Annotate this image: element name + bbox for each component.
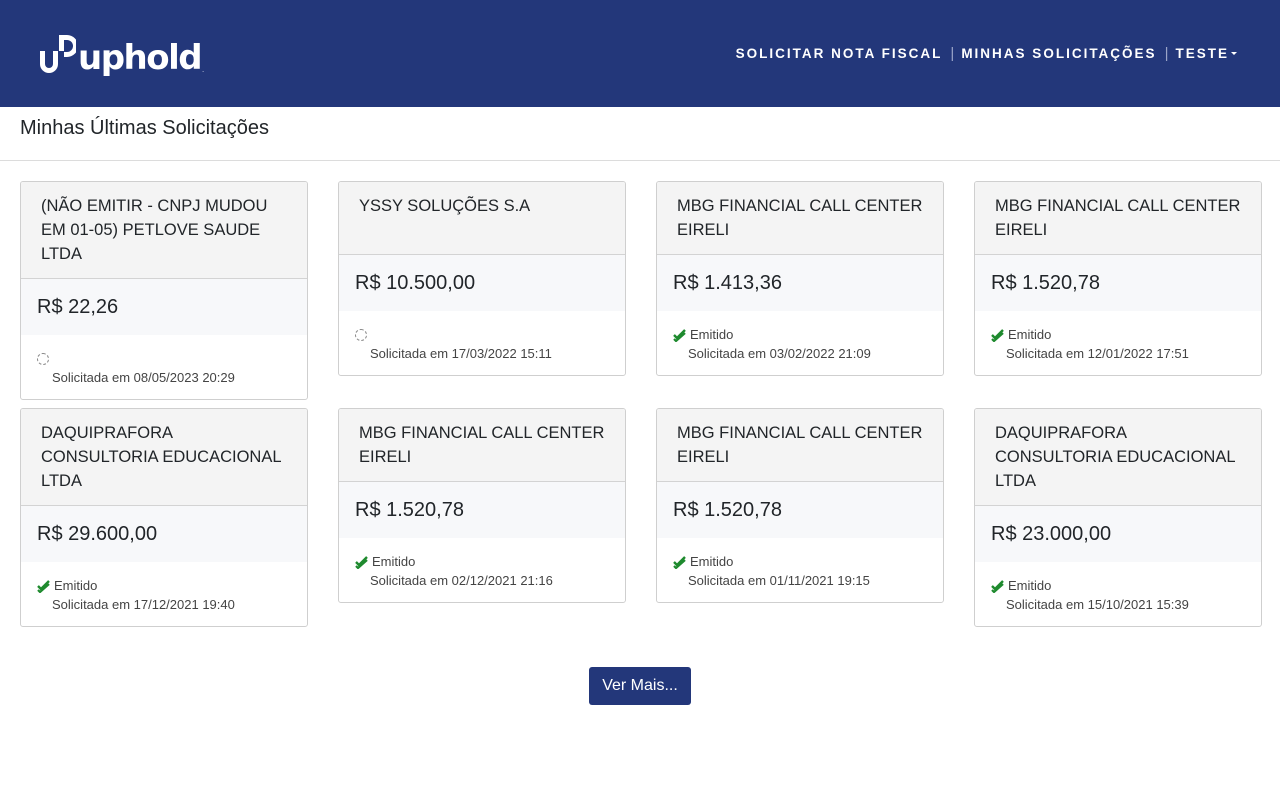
- nav-separator: |: [1164, 45, 1169, 62]
- status-row: Emitido: [991, 325, 1245, 344]
- status-row: [37, 349, 291, 368]
- status-text: Emitido: [690, 554, 734, 569]
- card-company: MBG FINANCIAL CALL CENTER EIRELI: [339, 409, 625, 482]
- page-header: Minhas Últimas Solicitações: [0, 107, 1280, 161]
- card-footer: Solicitada em 17/03/2022 15:11: [339, 311, 625, 375]
- card-company: YSSY SOLUÇÕES S.A: [339, 182, 625, 255]
- pending-spinner-icon: [37, 352, 49, 365]
- trademark-mark: .: [202, 66, 205, 74]
- status-row: Emitido: [355, 552, 609, 571]
- status-row: Emitido: [673, 325, 927, 344]
- status-row: Emitido: [991, 576, 1245, 595]
- card-amount: R$ 10.500,00: [339, 255, 625, 311]
- navbar: uphold . SOLICITAR NOTA FISCAL | MINHAS …: [0, 0, 1280, 107]
- nav-separator: |: [950, 45, 955, 62]
- card-footer: Solicitada em 08/05/2023 20:29: [21, 335, 307, 399]
- card-company: MBG FINANCIAL CALL CENTER EIRELI: [657, 409, 943, 482]
- card-amount: R$ 1.520,78: [339, 482, 625, 538]
- card-company: MBG FINANCIAL CALL CENTER EIRELI: [975, 182, 1261, 255]
- nav-my-requests[interactable]: MINHAS SOLICITAÇÕES: [961, 46, 1156, 61]
- card-company: DAQUIPRAFORA CONSULTORIA EDUCACIONAL LTD…: [21, 409, 307, 506]
- status-text: Emitido: [54, 578, 98, 593]
- request-card[interactable]: MBG FINANCIAL CALL CENTER EIRELI R$ 1.52…: [338, 408, 626, 603]
- request-date: Solicitada em 08/05/2023 20:29: [52, 370, 235, 385]
- card-amount: R$ 22,26: [21, 279, 307, 335]
- request-date: Solicitada em 02/12/2021 21:16: [370, 573, 553, 588]
- card-amount: R$ 1.520,78: [975, 255, 1261, 311]
- card-amount: R$ 1.413,36: [657, 255, 943, 311]
- card-footer: Emitido Solicitada em 03/02/2022 21:09: [657, 311, 943, 375]
- double-check-icon: [991, 328, 1004, 342]
- request-date: Solicitada em 15/10/2021 15:39: [1006, 597, 1189, 612]
- card-footer: Emitido Solicitada em 01/11/2021 19:15: [657, 538, 943, 602]
- caret-down-icon: [1231, 52, 1237, 55]
- double-check-icon: [37, 579, 50, 593]
- status-row: Emitido: [37, 576, 291, 595]
- card-amount: R$ 1.520,78: [657, 482, 943, 538]
- double-check-icon: [673, 328, 686, 342]
- status-text: Emitido: [372, 554, 416, 569]
- uphold-logo[interactable]: uphold .: [40, 31, 204, 77]
- uphold-wordmark: uphold: [78, 37, 203, 78]
- status-row: Emitido: [673, 552, 927, 571]
- see-more-button[interactable]: Ver Mais...: [589, 667, 691, 705]
- card-amount: R$ 29.600,00: [21, 506, 307, 562]
- uphold-logo-icon: [40, 34, 76, 73]
- request-card[interactable]: DAQUIPRAFORA CONSULTORIA EDUCACIONAL LTD…: [20, 408, 308, 627]
- nav-request-invoice[interactable]: SOLICITAR NOTA FISCAL: [736, 46, 943, 61]
- status-row: [355, 325, 609, 344]
- see-more-wrapper: Ver Mais...: [0, 667, 1280, 705]
- request-date: Solicitada em 17/03/2022 15:11: [370, 346, 552, 361]
- card-footer: Emitido Solicitada em 12/01/2022 17:51: [975, 311, 1261, 375]
- request-card[interactable]: MBG FINANCIAL CALL CENTER EIRELI R$ 1.41…: [656, 181, 944, 376]
- request-date: Solicitada em 12/01/2022 17:51: [1006, 346, 1189, 361]
- request-date: Solicitada em 01/11/2021 19:15: [688, 573, 870, 588]
- request-card[interactable]: DAQUIPRAFORA CONSULTORIA EDUCACIONAL LTD…: [974, 408, 1262, 627]
- request-date: Solicitada em 03/02/2022 21:09: [688, 346, 871, 361]
- status-text: Emitido: [1008, 327, 1052, 342]
- request-card[interactable]: MBG FINANCIAL CALL CENTER EIRELI R$ 1.52…: [974, 181, 1262, 376]
- card-company: MBG FINANCIAL CALL CENTER EIRELI: [657, 182, 943, 255]
- double-check-icon: [991, 579, 1004, 593]
- request-date: Solicitada em 17/12/2021 19:40: [52, 597, 235, 612]
- requests-grid: (NÃO EMITIR - CNPJ MUDOU EM 01-05) PETLO…: [0, 161, 1280, 627]
- card-company: (NÃO EMITIR - CNPJ MUDOU EM 01-05) PETLO…: [21, 182, 307, 279]
- card-amount: R$ 23.000,00: [975, 506, 1261, 562]
- card-footer: Emitido Solicitada em 15/10/2021 15:39: [975, 562, 1261, 626]
- double-check-icon: [673, 555, 686, 569]
- request-card[interactable]: MBG FINANCIAL CALL CENTER EIRELI R$ 1.52…: [656, 408, 944, 603]
- status-text: Emitido: [690, 327, 734, 342]
- card-footer: Emitido Solicitada em 02/12/2021 21:16: [339, 538, 625, 602]
- double-check-icon: [355, 555, 368, 569]
- request-card[interactable]: YSSY SOLUÇÕES S.A R$ 10.500,00 Solicitad…: [338, 181, 626, 376]
- page-title: Minhas Últimas Solicitações: [20, 117, 269, 139]
- main-nav: SOLICITAR NOTA FISCAL | MINHAS SOLICITAÇ…: [736, 45, 1237, 62]
- request-card[interactable]: (NÃO EMITIR - CNPJ MUDOU EM 01-05) PETLO…: [20, 181, 308, 400]
- user-menu-toggle[interactable]: TESTE: [1175, 46, 1237, 61]
- card-company: DAQUIPRAFORA CONSULTORIA EDUCACIONAL LTD…: [975, 409, 1261, 506]
- pending-spinner-icon: [355, 328, 367, 341]
- card-footer: Emitido Solicitada em 17/12/2021 19:40: [21, 562, 307, 626]
- user-menu-label: TESTE: [1175, 46, 1229, 61]
- status-text: Emitido: [1008, 578, 1052, 593]
